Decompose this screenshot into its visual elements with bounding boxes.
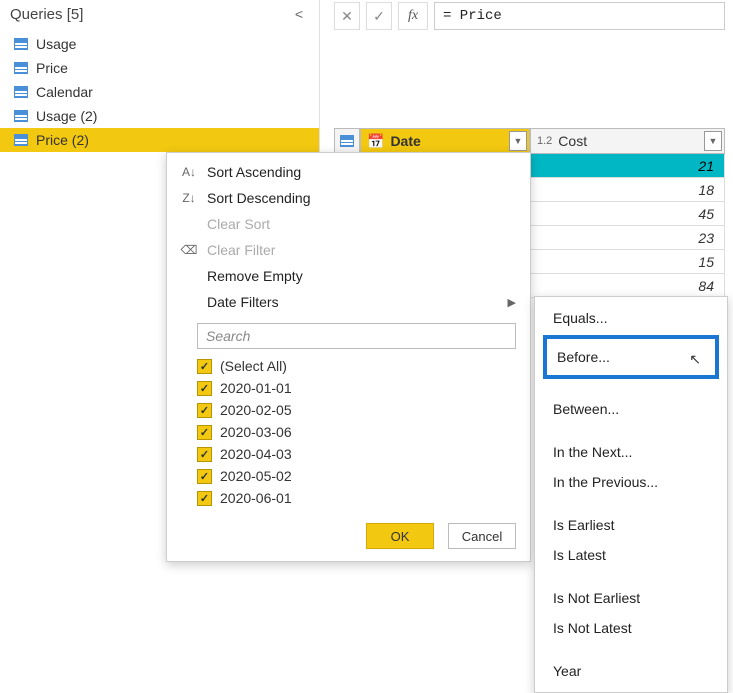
checkbox-icon: ✓ [197, 381, 212, 396]
filter-search-input[interactable]: Search [197, 323, 516, 349]
menu-remove-empty[interactable]: Remove Empty [167, 263, 530, 289]
submenu-is-not-earliest[interactable]: Is Not Earliest [535, 583, 727, 613]
filter-values-list: ✓(Select All) ✓2020-01-01 ✓2020-02-05 ✓2… [197, 355, 516, 509]
filter-value[interactable]: ✓2020-04-03 [197, 443, 516, 465]
query-label: Calendar [36, 84, 93, 100]
checkbox-icon: ✓ [197, 447, 212, 462]
column-dropdown-button[interactable]: ▼ [704, 131, 722, 151]
cell-cost: 84 [530, 274, 725, 297]
query-label: Price (2) [36, 132, 89, 148]
filter-value[interactable]: ✓2020-03-06 [197, 421, 516, 443]
cancel-button[interactable]: Cancel [448, 523, 516, 549]
collapse-panel-button[interactable]: < [289, 4, 309, 24]
cell-cost: 21 [530, 154, 725, 177]
cell-cost: 23 [530, 226, 725, 249]
column-dropdown-button[interactable]: ▼ [509, 131, 527, 151]
checkbox-icon: ✓ [197, 469, 212, 484]
cursor-icon: ↖ [689, 351, 701, 368]
sort-asc-icon: A↓ [181, 165, 197, 179]
filter-value[interactable]: ✓2020-02-05 [197, 399, 516, 421]
menu-clear-sort: Clear Sort [167, 211, 530, 237]
menu-sort-ascending[interactable]: A↓ Sort Ascending [167, 159, 530, 185]
filter-value[interactable]: ✓2020-05-02 [197, 465, 516, 487]
submenu-equals[interactable]: Equals... [535, 303, 727, 333]
submenu-arrow-icon: ▶ [508, 296, 516, 309]
menu-sort-descending[interactable]: Z↓ Sort Descending [167, 185, 530, 211]
query-label: Usage (2) [36, 108, 97, 124]
fx-label[interactable]: fx [398, 2, 428, 30]
query-item-calendar[interactable]: Calendar [0, 80, 319, 104]
filter-value[interactable]: ✓2020-01-01 [197, 377, 516, 399]
query-item-usage-2[interactable]: Usage (2) [0, 104, 319, 128]
column-header-cost[interactable]: 1.2 Cost ▼ [530, 128, 725, 154]
submenu-is-earliest[interactable]: Is Earliest [535, 510, 727, 540]
column-label: Cost [558, 133, 587, 149]
submenu-in-the-next[interactable]: In the Next... [535, 437, 727, 467]
submenu-is-not-latest[interactable]: Is Not Latest [535, 613, 727, 643]
filter-value[interactable]: ✓2020-06-01 [197, 487, 516, 509]
formula-cancel-button[interactable]: ✕ [334, 2, 360, 30]
formula-confirm-button[interactable]: ✓ [366, 2, 392, 30]
formula-input[interactable]: = Price [434, 2, 725, 30]
sort-desc-icon: Z↓ [181, 191, 197, 205]
column-type: 1.2 [537, 135, 552, 147]
menu-clear-filter: ⌫ Clear Filter [167, 237, 530, 263]
ok-button[interactable]: OK [366, 523, 434, 549]
menu-date-filters[interactable]: Date Filters ▶ [167, 289, 530, 315]
clear-filter-icon: ⌫ [181, 243, 197, 257]
checkbox-icon: ✓ [197, 425, 212, 440]
cell-cost: 45 [530, 202, 725, 225]
checkbox-icon: ✓ [197, 359, 212, 374]
checkbox-icon: ✓ [197, 491, 212, 506]
row-index-header[interactable] [334, 128, 360, 154]
table-icon [14, 38, 28, 50]
date-filters-submenu: Equals... Before... ↖ Between... In the … [534, 296, 728, 693]
column-header-date[interactable]: 📅 Date ▼ [360, 128, 530, 154]
table-icon [14, 134, 28, 146]
query-label: Usage [36, 36, 76, 52]
submenu-between[interactable]: Between... [535, 394, 727, 424]
calendar-icon: 📅 [367, 133, 384, 150]
column-filter-menu: A↓ Sort Ascending Z↓ Sort Descending Cle… [166, 152, 531, 562]
cell-cost: 18 [530, 178, 725, 201]
submenu-before[interactable]: Before... ↖ [543, 335, 719, 379]
filter-value-select-all[interactable]: ✓(Select All) [197, 355, 516, 377]
column-label: Date [390, 133, 420, 149]
table-icon [340, 135, 354, 147]
query-label: Price [36, 60, 68, 76]
submenu-in-the-previous[interactable]: In the Previous... [535, 467, 727, 497]
table-icon [14, 62, 28, 74]
table-icon [14, 86, 28, 98]
submenu-is-latest[interactable]: Is Latest [535, 540, 727, 570]
query-item-usage[interactable]: Usage [0, 32, 319, 56]
queries-title: Queries [5] [10, 6, 83, 23]
cell-cost: 15 [530, 250, 725, 273]
query-item-price-2[interactable]: Price (2) [0, 128, 319, 152]
checkbox-icon: ✓ [197, 403, 212, 418]
query-item-price[interactable]: Price [0, 56, 319, 80]
submenu-year[interactable]: Year [535, 656, 727, 686]
table-icon [14, 110, 28, 122]
formula-bar: ✕ ✓ fx = Price [334, 2, 725, 30]
